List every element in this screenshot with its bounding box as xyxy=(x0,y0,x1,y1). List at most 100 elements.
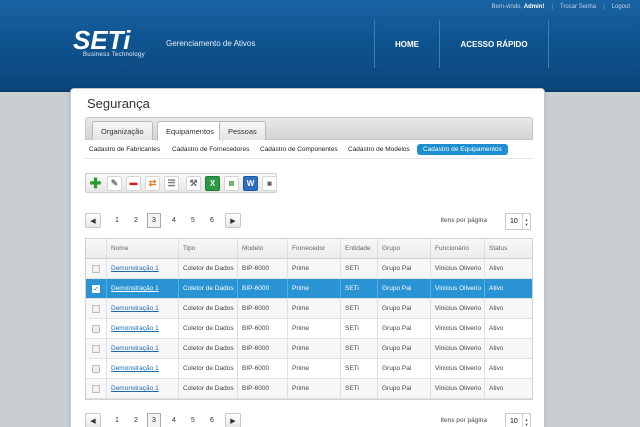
change-password-link[interactable]: Trocar Senha xyxy=(560,4,596,10)
cell-tipo: Coletor de Dados xyxy=(183,325,234,332)
row-checkbox[interactable] xyxy=(92,345,100,353)
transfer-icon[interactable]: ⇄ xyxy=(145,176,160,191)
col-entidade[interactable]: Entidade xyxy=(345,239,371,259)
cell-fornecedor: Prime xyxy=(292,325,309,332)
cell-tipo: Coletor de Dados xyxy=(183,345,234,352)
cell-entidade: SETi xyxy=(345,265,359,272)
pagination-bottom: ◀ 1 2 3 4 5 6 ▶ Itens por página 10 ▲ ▼ xyxy=(85,413,533,427)
prev-page-button-bottom[interactable]: ◀ xyxy=(85,413,101,427)
page-4[interactable]: 4 xyxy=(167,213,181,228)
tab-equipamentos[interactable]: Equipamentos xyxy=(157,121,223,141)
tab-pessoas[interactable]: Pessoas xyxy=(219,121,266,140)
row-checkbox[interactable] xyxy=(92,385,100,393)
page-6-bottom[interactable]: 6 xyxy=(205,413,219,427)
cell-funcionario: Vinicius Oliverio xyxy=(435,385,482,392)
items-per-page-select[interactable]: 10 ▲ ▼ xyxy=(505,213,531,230)
page-3-current-bottom[interactable]: 3 xyxy=(147,413,161,427)
cell-nome[interactable]: Demonstração 1 xyxy=(111,259,159,279)
cell-status: Ativo xyxy=(489,265,504,272)
cell-grupo: Grupo Pai xyxy=(382,265,412,272)
row-checkbox[interactable] xyxy=(92,305,100,313)
table-row[interactable]: Demonstração 1 Coletor de Dados BIP-6000 Pr… xyxy=(86,339,532,359)
cell-funcionario: Vinicius Oliverio xyxy=(435,265,482,272)
cell-fornecedor: Prime xyxy=(292,285,309,292)
cell-status: Ativo xyxy=(489,285,504,292)
table-row[interactable]: Demonstração 1 Coletor de Dados BIP-6000 Pr… xyxy=(86,259,532,279)
export-icon[interactable]: ▦ xyxy=(262,176,277,191)
spinner-icon-bottom[interactable]: ▲ ▼ xyxy=(522,414,530,427)
cell-funcionario: Vinicius Oliverio xyxy=(435,365,482,372)
table-body: Demonstração 1 Coletor de Dados BIP-6000 Pr… xyxy=(86,259,532,399)
logo[interactable]: SETi Business Technology xyxy=(73,27,145,58)
list-icon[interactable]: ☰ xyxy=(164,176,179,191)
page-1-bottom[interactable]: 1 xyxy=(110,413,124,427)
cell-funcionario: Vinicius Oliverio xyxy=(435,305,482,312)
items-per-page-select-bottom[interactable]: 10 ▲ ▼ xyxy=(505,413,531,427)
page-1[interactable]: 1 xyxy=(110,213,124,228)
table-row[interactable]: Demonstração 1 Coletor de Dados BIP-6000 Pr… xyxy=(86,299,532,319)
add-icon[interactable]: ✚ xyxy=(88,175,103,191)
excel-icon[interactable]: X xyxy=(205,176,220,191)
page-6[interactable]: 6 xyxy=(205,213,219,228)
cell-grupo: Grupo Pai xyxy=(382,385,412,392)
nav-home[interactable]: HOME xyxy=(374,20,439,68)
col-tipo[interactable]: Tipo xyxy=(183,239,195,259)
table-row[interactable]: Demonstração 1 Coletor de Dados BIP-6000 Pr… xyxy=(86,359,532,379)
cell-fornecedor: Prime xyxy=(292,305,309,312)
cell-entidade: SETi xyxy=(345,345,359,352)
cell-nome[interactable]: Demonstração 1 xyxy=(111,359,159,379)
word-icon[interactable]: W xyxy=(243,176,258,191)
table-row[interactable]: Demonstração 1 Coletor de Dados BIP-6000 Pr… xyxy=(86,379,532,399)
logo-subtext: Business Technology xyxy=(83,52,145,58)
cell-status: Ativo xyxy=(489,345,504,352)
subnav-equipamentos[interactable]: Cadastro de Equipamentos xyxy=(417,144,508,155)
logout-link[interactable]: Logout xyxy=(612,4,630,10)
cell-modelo: BIP-6000 xyxy=(242,305,270,312)
col-fornecedor[interactable]: Fornecedor xyxy=(292,239,325,259)
col-modelo[interactable]: Modelo xyxy=(242,239,263,259)
cell-nome[interactable]: Demonstração 1 xyxy=(111,379,159,399)
nav-quick-access[interactable]: ACESSO RÁPIDO xyxy=(439,20,549,68)
subnav-componentes[interactable]: Cadastro de Componentes xyxy=(260,144,338,155)
page-4-bottom[interactable]: 4 xyxy=(167,413,181,427)
cell-entidade: SETi xyxy=(345,385,359,392)
col-nome[interactable]: Nome xyxy=(111,239,128,259)
page-2[interactable]: 2 xyxy=(129,213,143,228)
page-2-bottom[interactable]: 2 xyxy=(129,413,143,427)
cell-funcionario: Vinicius Oliverio xyxy=(435,325,482,332)
col-funcionario[interactable]: Funcionário xyxy=(435,239,469,259)
col-status[interactable]: Status xyxy=(489,239,507,259)
row-checkbox[interactable] xyxy=(92,265,100,273)
table-row[interactable]: ✓ Demonstração 1 Coletor de Dados BIP-6000 P… xyxy=(86,279,532,299)
col-grupo[interactable]: Grupo xyxy=(382,239,400,259)
spinner-icon[interactable]: ▲ ▼ xyxy=(522,214,530,229)
subnav-fabricantes[interactable]: Cadastro de Fabricantes xyxy=(89,144,160,155)
page-5[interactable]: 5 xyxy=(186,213,200,228)
tools-icon[interactable]: ⚒ xyxy=(186,176,201,191)
subnav-fornecedores[interactable]: Cadastro de Fornecedores xyxy=(172,144,249,155)
row-checkbox[interactable] xyxy=(92,365,100,373)
table-row[interactable]: Demonstração 1 Coletor de Dados BIP-6000 Pr… xyxy=(86,319,532,339)
edit-icon[interactable]: ✎ xyxy=(107,176,122,191)
prev-page-button[interactable]: ◀ xyxy=(85,213,101,228)
cell-nome[interactable]: Demonstração 1 xyxy=(111,299,159,319)
content-panel: Segurança Organização Equipamentos Pesso… xyxy=(70,88,545,427)
row-checkbox[interactable]: ✓ xyxy=(92,285,100,293)
subnav-modelos[interactable]: Cadastro de Modelos xyxy=(348,144,410,155)
next-page-button[interactable]: ▶ xyxy=(225,213,241,228)
cell-status: Ativo xyxy=(489,305,504,312)
page-3-current[interactable]: 3 xyxy=(147,213,161,228)
tab-organizacao[interactable]: Organização xyxy=(92,121,153,140)
row-checkbox[interactable] xyxy=(92,325,100,333)
cell-modelo: BIP-6000 xyxy=(242,285,270,292)
pdf-icon[interactable]: ▤ xyxy=(224,176,239,191)
cell-nome[interactable]: Demonstração 1 xyxy=(111,319,159,339)
cell-nome[interactable]: Demonstração 1 xyxy=(111,279,159,299)
user-links: Bem-vindo, Admin! | Trocar Senha | Logou… xyxy=(491,4,630,10)
page-5-bottom[interactable]: 5 xyxy=(186,413,200,427)
remove-icon[interactable]: ━ xyxy=(126,176,141,191)
cell-nome[interactable]: Demonstração 1 xyxy=(111,339,159,359)
next-page-button-bottom[interactable]: ▶ xyxy=(225,413,241,427)
welcome-text: Bem-vindo, Admin! xyxy=(491,4,545,10)
cell-modelo: BIP-6000 xyxy=(242,365,270,372)
